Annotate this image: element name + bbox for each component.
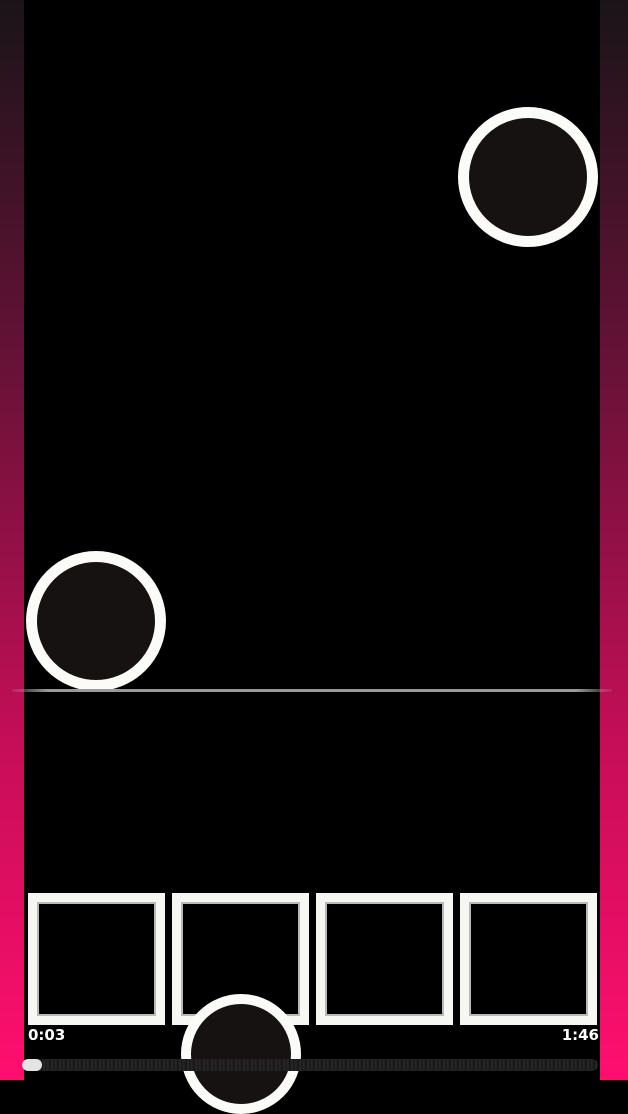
side-gradient-right [600,0,628,1080]
judgement-line [12,689,612,692]
song-progress-bar[interactable] [22,1059,598,1071]
lane-key-4[interactable] [460,893,597,1025]
time-elapsed: 0:03 [28,1026,66,1044]
lane-key-1[interactable] [28,893,165,1025]
song-progress-fill [22,1059,42,1071]
incoming-note [181,994,301,1114]
time-total: 1:46 [561,1026,599,1044]
falling-note[interactable] [26,551,166,691]
falling-note[interactable] [458,107,598,247]
side-gradient-left [0,0,24,1080]
lane-key-3[interactable] [316,893,453,1025]
